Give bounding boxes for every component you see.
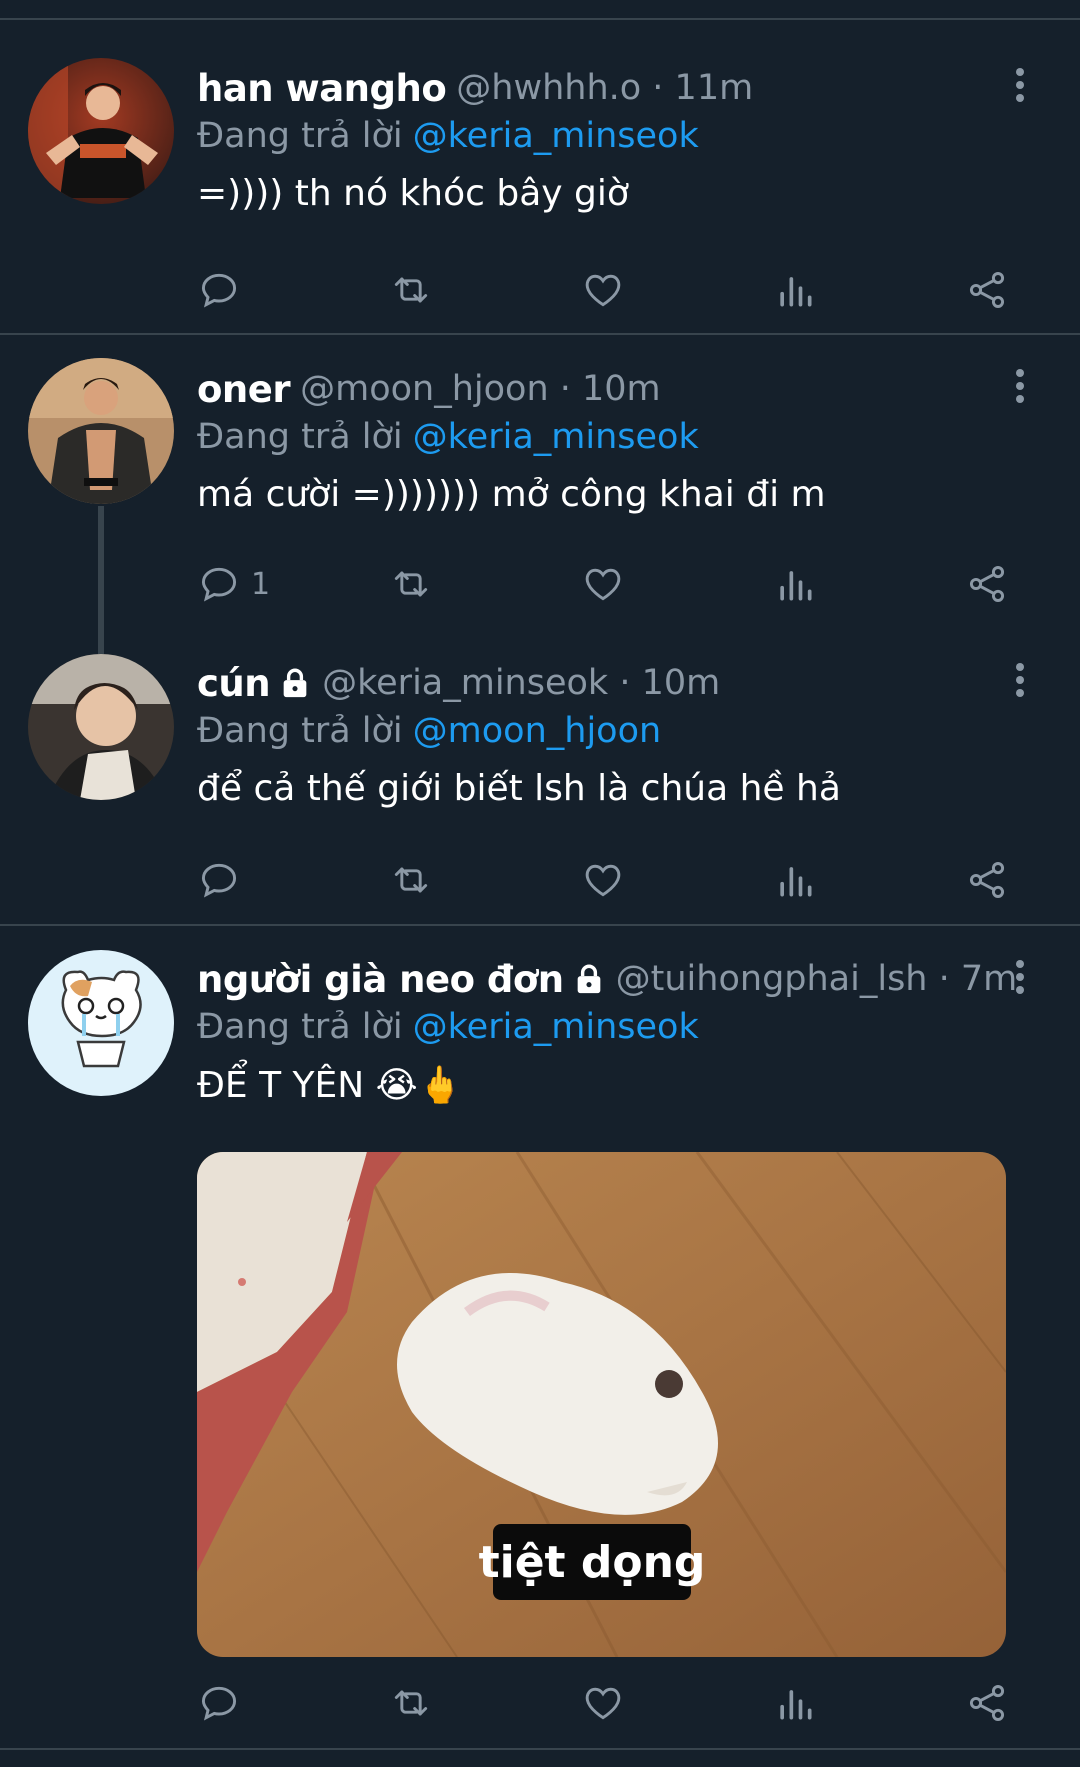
tweet-text: ĐỂ T YÊN: [197, 1065, 365, 1106]
reply-mention[interactable]: @keria_minseok: [413, 116, 699, 156]
tweet-divider: [0, 924, 1080, 926]
tweet-text: má cười =))))))) mở công khai đi m: [197, 474, 826, 515]
avatar[interactable]: [28, 950, 174, 1096]
like-button[interactable]: [581, 852, 625, 908]
tweet-divider: [0, 333, 1080, 335]
share-button[interactable]: [965, 556, 1009, 612]
more-options-icon[interactable]: [1005, 361, 1035, 411]
reply-icon: [201, 567, 237, 602]
retweet-icon: [394, 867, 428, 893]
tweet-actions: [197, 1675, 1027, 1731]
reply-prefix: Đang trả lời: [197, 116, 403, 156]
reply-prefix: Đang trả lời: [197, 417, 403, 457]
retweet-button[interactable]: [389, 1675, 433, 1731]
display-name[interactable]: người già neo đơn: [197, 958, 564, 1001]
share-button[interactable]: [965, 1675, 1009, 1731]
heart-icon: [585, 568, 621, 601]
views-button[interactable]: [773, 262, 817, 318]
tweet-actions: [197, 262, 1027, 318]
retweet-button[interactable]: [389, 262, 433, 318]
reply-mention[interactable]: @keria_minseok: [413, 1007, 699, 1047]
share-icon: [969, 1685, 1005, 1721]
reply-mention[interactable]: @keria_minseok: [413, 417, 699, 457]
share-button[interactable]: [965, 262, 1009, 318]
more-options-icon[interactable]: [1005, 655, 1035, 705]
tweet-media-image[interactable]: tiệt dọng: [197, 1152, 1006, 1657]
reply-button[interactable]: [197, 852, 251, 908]
display-name[interactable]: oner: [197, 368, 291, 411]
tweet-actions: [197, 852, 1027, 908]
tweet-text: để cả thế giới biết lsh là chúa hề hả: [197, 768, 841, 809]
views-button[interactable]: [773, 852, 817, 908]
heart-icon: [585, 864, 621, 897]
views-icon: [780, 277, 812, 307]
heart-icon: [585, 1687, 621, 1720]
lock-icon: [278, 666, 312, 700]
display-name[interactable]: cún: [197, 662, 271, 705]
views-button[interactable]: [773, 1675, 817, 1731]
reply-icon: [201, 273, 237, 308]
retweet-button[interactable]: [389, 556, 433, 612]
handle-and-time: @hwhhh.o · 11m: [456, 68, 754, 108]
like-button[interactable]: [581, 1675, 625, 1731]
handle-and-time: @tuihongphai_lsh · 7m: [615, 959, 1018, 999]
tweet-actions: 1: [197, 556, 1027, 612]
share-button[interactable]: [965, 852, 1009, 908]
views-icon: [780, 867, 812, 897]
reply-button[interactable]: [197, 1675, 251, 1731]
handle-and-time: @moon_hjoon · 10m: [300, 369, 661, 409]
more-options-icon[interactable]: [1005, 952, 1035, 1002]
reply-mention[interactable]: @moon_hjoon: [413, 711, 662, 751]
display-name[interactable]: han wangho: [197, 67, 447, 110]
like-button[interactable]: [581, 556, 625, 612]
views-icon: [780, 571, 812, 601]
thread-connector: [98, 506, 104, 654]
handle-and-time: @keria_minseok · 10m: [322, 663, 721, 703]
avatar[interactable]: [28, 654, 174, 800]
avatar[interactable]: [28, 58, 174, 204]
top-divider: [0, 18, 1080, 20]
reply-prefix: Đang trả lời: [197, 1007, 403, 1047]
reply-button[interactable]: 1: [197, 556, 270, 612]
media-caption: tiệt dọng: [479, 1524, 705, 1600]
share-icon: [969, 272, 1005, 308]
reply-icon: [201, 863, 237, 898]
heart-icon: [585, 274, 621, 307]
reply-button[interactable]: [197, 262, 251, 318]
reply-icon: [201, 1686, 237, 1721]
retweet-icon: [394, 1690, 428, 1716]
retweet-icon: [394, 277, 428, 303]
lock-icon: [572, 962, 606, 996]
emoji-crying-middle-finger: 😭🖕: [375, 1065, 463, 1106]
more-options-icon[interactable]: [1005, 60, 1035, 110]
reply-count: 1: [251, 566, 271, 602]
retweet-button[interactable]: [389, 852, 433, 908]
reply-prefix: Đang trả lời: [197, 711, 403, 751]
share-icon: [969, 862, 1005, 898]
bottom-divider: [0, 1748, 1080, 1750]
views-icon: [780, 1690, 812, 1720]
share-icon: [969, 566, 1005, 602]
tweet-text: =)))) th nó khóc bây giờ: [197, 173, 629, 214]
views-button[interactable]: [773, 556, 817, 612]
avatar[interactable]: [28, 358, 174, 504]
retweet-icon: [394, 571, 428, 597]
like-button[interactable]: [581, 262, 625, 318]
